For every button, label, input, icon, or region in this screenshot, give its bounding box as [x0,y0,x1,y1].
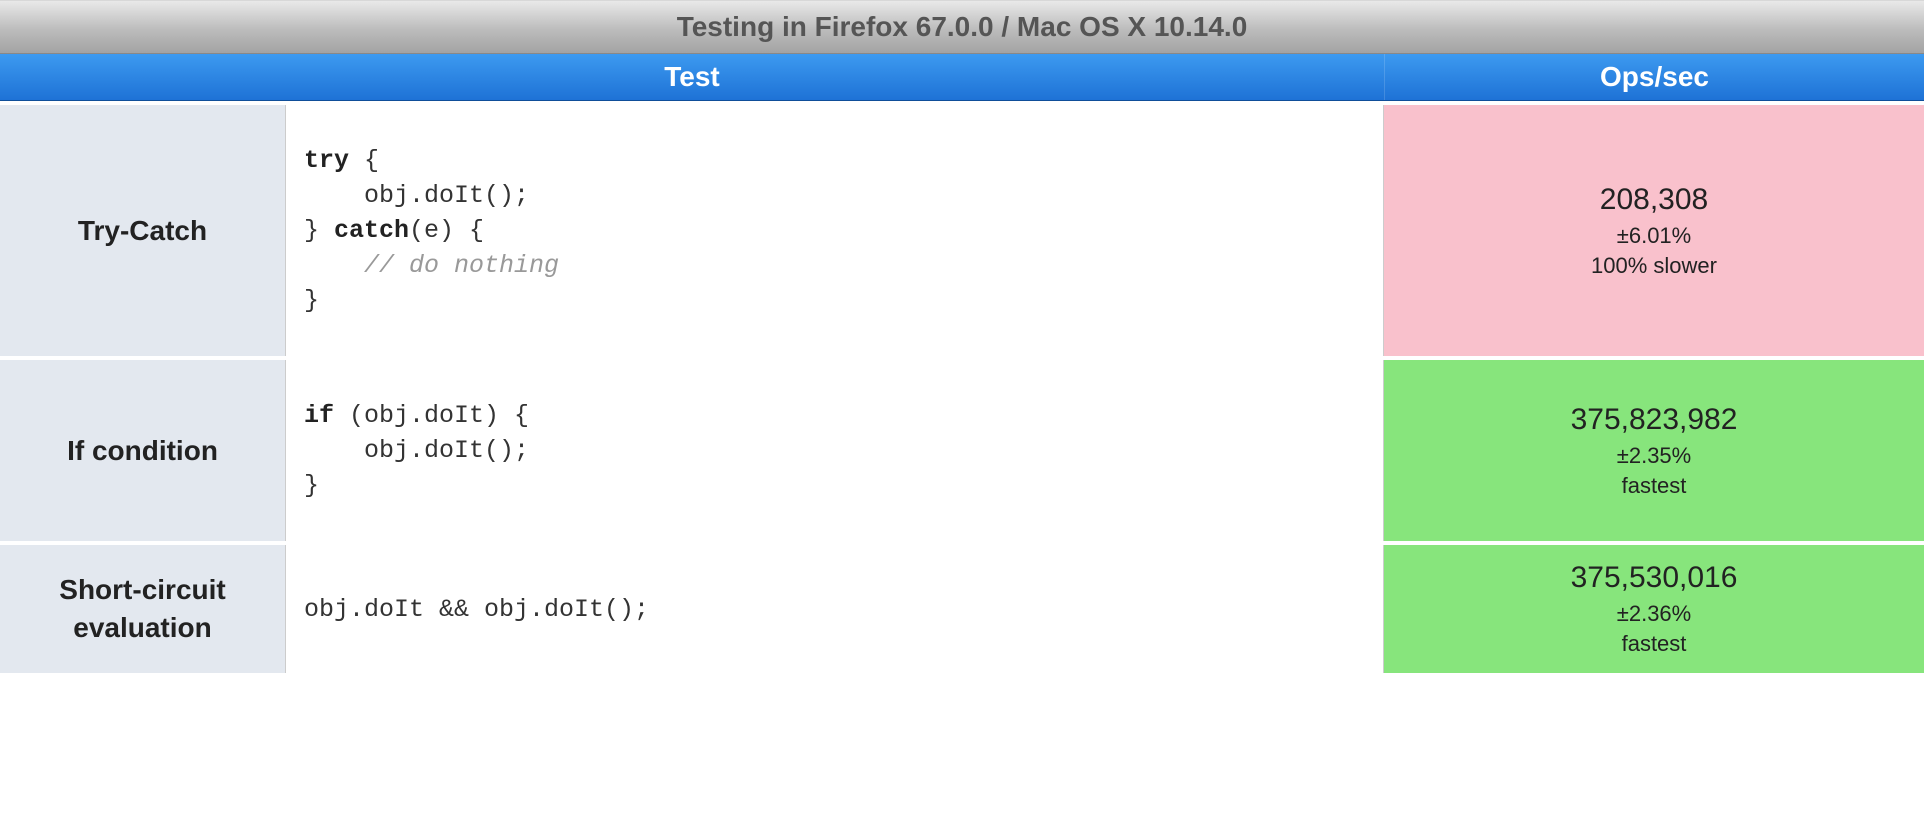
test-code: if (obj.doIt) { obj.doIt(); } [304,398,529,503]
test-code-cell: obj.doIt && obj.doIt(); [286,545,1384,673]
window-titlebar: Testing in Firefox 67.0.0 / Mac OS X 10.… [0,0,1924,54]
test-name-label: Short-circuit evaluation [18,571,267,647]
test-code-cell: if (obj.doIt) { obj.doIt(); } [286,360,1384,541]
ops-cell: 375,530,016 ±2.36% fastest [1384,545,1924,673]
table-row: Try-Catch try { obj.doIt(); } catch(e) { … [0,101,1924,360]
column-header-ops-label: Ops/sec [1600,61,1709,93]
ops-value: 208,308 [1600,183,1708,217]
table-row: If condition if (obj.doIt) { obj.doIt(); … [0,360,1924,545]
column-header-ops: Ops/sec [1385,54,1924,100]
ops-rank: fastest [1622,473,1687,499]
test-code: try { obj.doIt(); } catch(e) { // do not… [304,143,559,318]
window-title: Testing in Firefox 67.0.0 / Mac OS X 10.… [677,11,1248,43]
ops-deviation: ±2.35% [1617,443,1691,469]
test-name-label: If condition [67,432,218,470]
ops-cell: 208,308 ±6.01% 100% slower [1384,105,1924,356]
table-header-row: Test Ops/sec [0,54,1924,101]
table-row: Short-circuit evaluation obj.doIt && obj.… [0,545,1924,677]
ops-value: 375,823,982 [1571,403,1738,437]
ops-cell: 375,823,982 ±2.35% fastest [1384,360,1924,541]
column-header-test: Test [0,54,1385,100]
test-name-label: Try-Catch [78,212,207,250]
test-name-cell: If condition [0,360,286,541]
test-name-cell: Short-circuit evaluation [0,545,286,673]
ops-deviation: ±2.36% [1617,601,1691,627]
ops-rank: fastest [1622,631,1687,657]
ops-value: 375,530,016 [1571,561,1738,595]
ops-deviation: ±6.01% [1617,223,1691,249]
column-header-test-label: Test [664,61,720,93]
ops-rank: 100% slower [1591,253,1717,279]
table-body: Try-Catch try { obj.doIt(); } catch(e) { … [0,101,1924,677]
test-name-cell: Try-Catch [0,105,286,356]
test-code: obj.doIt && obj.doIt(); [304,592,649,627]
test-code-cell: try { obj.doIt(); } catch(e) { // do not… [286,105,1384,356]
